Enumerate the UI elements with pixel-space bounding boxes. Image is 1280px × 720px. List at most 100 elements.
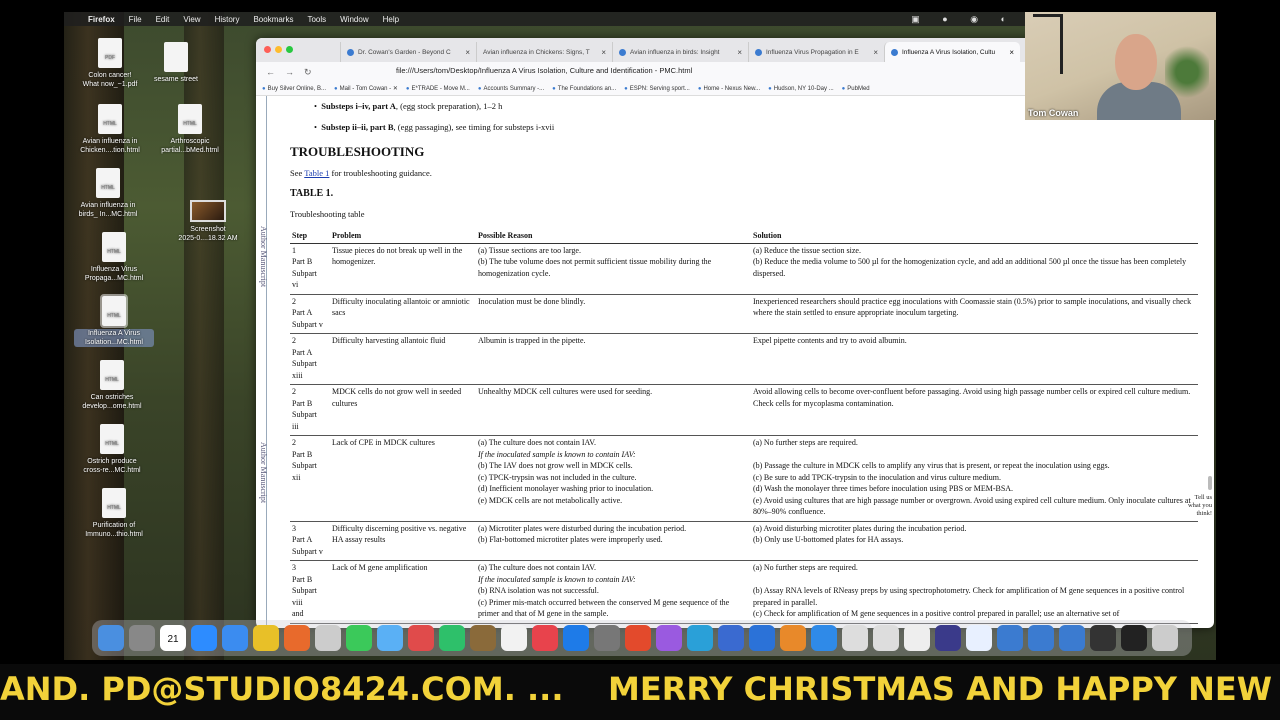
- dock-app-icon[interactable]: [253, 625, 279, 651]
- dock-app-icon[interactable]: [1090, 625, 1116, 651]
- menu-help[interactable]: Help: [383, 15, 399, 24]
- dock-app-icon[interactable]: [501, 625, 527, 651]
- dock-app-icon[interactable]: [284, 625, 310, 651]
- desktop-file-icon[interactable]: HTML Arthroscopic partial...bMed.html: [150, 104, 230, 155]
- table-row: 2 Part A Subpart xiii Difficulty harvesting …: [290, 333, 1198, 385]
- dock-app-icon[interactable]: [439, 625, 465, 651]
- desktop-file-icon[interactable]: HTML Can ostriches develop...ome.html: [72, 360, 152, 411]
- dock-app-icon[interactable]: [346, 625, 372, 651]
- cell-reason: (a) The culture does not contain IAV. If …: [476, 435, 751, 522]
- dock-app-icon[interactable]: [98, 625, 124, 651]
- bookmark-item[interactable]: The Foundations an...: [552, 86, 616, 92]
- article: • Substeps i–iv, part A, (egg stock prep…: [290, 96, 1200, 624]
- menu-tools[interactable]: Tools: [307, 15, 326, 24]
- dock-app-icon[interactable]: [1152, 625, 1178, 651]
- feedback-button[interactable]: Tell us what you think!: [1184, 494, 1212, 518]
- tab-5-active[interactable]: Influenza A Virus Isolation, Cultu ×: [884, 42, 1020, 62]
- close-tab-icon[interactable]: ×: [601, 48, 606, 57]
- dock-app-icon[interactable]: [873, 625, 899, 651]
- desktop-screenshot-icon[interactable]: Screenshot 2025-0....18.32 AM: [168, 196, 248, 243]
- dock-app-icon[interactable]: [718, 625, 744, 651]
- tab-4[interactable]: Influenza Virus Propagation in E ×: [748, 42, 884, 62]
- minimize-window-button[interactable]: [275, 46, 282, 53]
- desktop-file-icon[interactable]: HTML Influenza Virus Propaga...MC.html: [74, 232, 154, 283]
- table-caption: Troubleshooting table: [290, 209, 365, 219]
- bookmark-item[interactable]: Accounts Summary -...: [478, 86, 544, 92]
- dock-app-icon[interactable]: [780, 625, 806, 651]
- dock-app-icon[interactable]: [935, 625, 961, 651]
- cell-step: 2 Part B Subpart iii: [290, 384, 330, 436]
- dock-app-icon[interactable]: [594, 625, 620, 651]
- dock-app-icon[interactable]: [377, 625, 403, 651]
- forward-icon[interactable]: →: [285, 67, 294, 77]
- menu-edit[interactable]: Edit: [156, 15, 170, 24]
- section-heading: TROUBLESHOOTING: [290, 144, 425, 159]
- status-icons[interactable]: ▣ ● ◉ ◐: [911, 14, 1016, 25]
- dock: 21: [92, 620, 1192, 656]
- dock-app-icon[interactable]: [749, 625, 775, 651]
- cell-problem: Tissue pieces do not break up well in th…: [330, 243, 476, 295]
- dock-app-icon[interactable]: [966, 625, 992, 651]
- dock-app-icon[interactable]: [656, 625, 682, 651]
- dock-app-icon[interactable]: [1059, 625, 1085, 651]
- dock-app-icon[interactable]: [625, 625, 651, 651]
- close-window-button[interactable]: [264, 46, 271, 53]
- cell-problem: Difficulty inoculating allantoic or amni…: [330, 294, 476, 334]
- news-ticker: AND. PD@STUDIO8424.COM. ... MERRY CHRIST…: [0, 664, 1280, 720]
- zoom-window-button[interactable]: [286, 46, 293, 53]
- dock-app-icon[interactable]: [191, 625, 217, 651]
- dock-app-icon[interactable]: [408, 625, 434, 651]
- menu-bookmarks[interactable]: Bookmarks: [253, 15, 293, 24]
- dock-app-icon[interactable]: [129, 625, 155, 651]
- close-tab-icon[interactable]: ×: [1009, 48, 1014, 57]
- tab-2[interactable]: Avian influenza in Chickens: Signs, T ×: [476, 42, 612, 62]
- menu-window[interactable]: Window: [340, 15, 368, 24]
- menu-view[interactable]: View: [183, 15, 200, 24]
- reload-icon[interactable]: ↻: [304, 67, 312, 78]
- close-tab-icon[interactable]: ×: [465, 48, 470, 57]
- dock-app-icon[interactable]: [997, 625, 1023, 651]
- desktop-file-icon[interactable]: sesame street: [136, 42, 216, 84]
- desktop-file-icon[interactable]: HTML Purification of Immuno...thio.html: [74, 488, 154, 539]
- dock-app-icon[interactable]: [687, 625, 713, 651]
- dock-app-icon[interactable]: [811, 625, 837, 651]
- cell-solution: (a) Avoid disturbing microtiter plates d…: [751, 521, 1198, 561]
- table-1-link[interactable]: Table 1: [304, 168, 329, 178]
- ticker-text: AND. PD@STUDIO8424.COM. ... MERRY CHRIST…: [0, 670, 1280, 708]
- cell-reason: Albumin is trapped in the pipette.: [476, 333, 751, 385]
- dock-app-icon[interactable]: [222, 625, 248, 651]
- menu-history[interactable]: History: [215, 15, 240, 24]
- dock-app-icon[interactable]: [842, 625, 868, 651]
- desktop-file-icon[interactable]: HTML Ostrich produce cross-re...MC.html: [72, 424, 152, 475]
- close-tab-icon[interactable]: ×: [873, 48, 878, 57]
- bookmark-item[interactable]: PubMed: [842, 86, 869, 92]
- bookmark-item[interactable]: Hudson, NY 10-Day ...: [768, 86, 834, 92]
- cell-step: 3 Part A Subpart v: [290, 521, 330, 561]
- tab-3[interactable]: Avian influenza in birds: Insight ×: [612, 42, 748, 62]
- dock-app-icon[interactable]: [904, 625, 930, 651]
- cell-step: 2 Part B Subpart xii: [290, 435, 330, 522]
- calendar-icon[interactable]: 21: [160, 625, 186, 651]
- dock-app-icon[interactable]: [532, 625, 558, 651]
- bookmark-item[interactable]: Mail - Tom Cowan - ✕: [334, 85, 398, 92]
- bookmark-item[interactable]: Buy Silver Online, B...: [262, 86, 326, 92]
- menu-file[interactable]: File: [129, 15, 142, 24]
- tab-1[interactable]: Dr. Cowan's Garden - Beyond C ×: [340, 42, 476, 62]
- desktop-file-icon[interactable]: HTML Avian influenza in Chicken....tion.h…: [70, 104, 150, 155]
- dock-app-icon[interactable]: [315, 625, 341, 651]
- back-icon[interactable]: ←: [266, 67, 275, 77]
- desktop-file-icon[interactable]: HTML Avian influenza in birds_ In...MC.ht…: [68, 168, 148, 219]
- dock-app-icon[interactable]: [1028, 625, 1054, 651]
- dock-app-icon[interactable]: [1121, 625, 1147, 651]
- url-bar[interactable]: file:///Users/tom/Desktop/Influenza A Vi…: [396, 66, 692, 75]
- close-tab-icon[interactable]: ×: [737, 48, 742, 57]
- desktop-file-icon-selected[interactable]: HTML Influenza A Virus Isolation...MC.htm…: [74, 294, 154, 347]
- dock-app-icon[interactable]: [563, 625, 589, 651]
- scrollbar[interactable]: [1208, 476, 1212, 490]
- bookmark-item[interactable]: ESPN: Serving sport...: [624, 86, 690, 92]
- dock-app-icon[interactable]: [470, 625, 496, 651]
- webcam-overlay: Tom Cowan: [1025, 12, 1216, 120]
- bookmark-item[interactable]: Home - Nexus New...: [698, 86, 760, 92]
- menu-app-name[interactable]: Firefox: [88, 15, 115, 24]
- bookmark-item[interactable]: E*TRADE - Move M...: [406, 86, 470, 92]
